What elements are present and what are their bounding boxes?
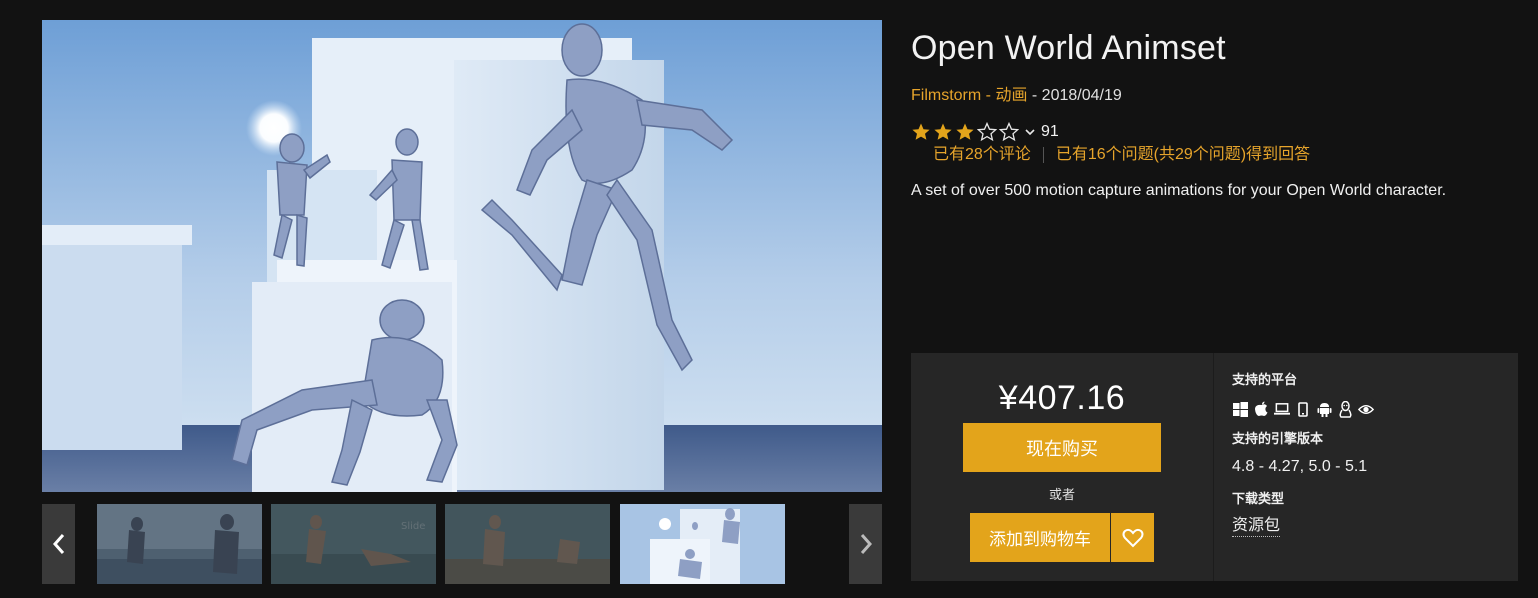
download-type-value[interactable]: 资源包: [1232, 516, 1281, 537]
product-description: A set of over 500 motion capture animati…: [911, 182, 1447, 199]
laptop-icon: [1274, 401, 1290, 417]
or-label: 或者: [1048, 487, 1075, 502]
carousel-prev-button[interactable]: [42, 504, 75, 584]
meta-separator-2: -: [1027, 87, 1042, 104]
rating-summary[interactable]: 91: [911, 121, 1511, 143]
product-title: Open World Animset: [911, 29, 1226, 67]
meta-separator: -: [981, 87, 996, 104]
engine-heading: 支持的引擎版本: [1232, 431, 1324, 446]
release-date: 2018/04/19: [1041, 87, 1122, 104]
product-specs: 支持的平台 支持的引擎版本 4.8 - 4.27, 5.0 - 5.1 下载类型…: [1232, 371, 1502, 537]
engine-versions: 4.8 - 4.27, 5.0 - 5.1: [1232, 458, 1368, 475]
product-info: Open World Animset Filmstorm - 动画 - 2018…: [911, 22, 1511, 203]
purchase-panel: ¥407.16 现在购买 或者 添加到购物车 支持的平台 支持的引擎版本 4.8…: [911, 353, 1518, 581]
chevron-right-icon: [860, 534, 872, 554]
reviews-link[interactable]: 已有28个评论: [933, 143, 1031, 167]
thumbnail-4[interactable]: [620, 504, 785, 584]
carousel-next-button[interactable]: [849, 504, 882, 584]
product-meta: Filmstorm - 动画 - 2018/04/19: [911, 84, 1511, 108]
link-divider: [1042, 147, 1044, 163]
vr-eye-icon: [1358, 401, 1374, 417]
platforms-heading: 支持的平台: [1232, 372, 1298, 387]
svg-text:Slide: Slide: [401, 521, 425, 532]
main-preview-image[interactable]: [42, 20, 882, 492]
linux-icon: [1337, 400, 1353, 418]
category-link[interactable]: 动画: [995, 87, 1027, 104]
panel-divider: [1213, 353, 1214, 581]
seller-link[interactable]: Filmstorm: [911, 87, 981, 104]
buy-box: ¥407.16 现在购买 或者 添加到购物车: [911, 353, 1213, 581]
star-filled-icon: [934, 123, 952, 140]
thumbnail-2[interactable]: Slide: [271, 504, 436, 584]
star-rating: [911, 122, 1019, 142]
star-empty-icon: [977, 122, 997, 142]
wishlist-button[interactable]: [1111, 513, 1154, 562]
review-links: 已有28个评论 已有16个问题(共29个问题)得到回答: [933, 143, 1511, 167]
download-type-heading: 下载类型: [1232, 491, 1285, 506]
star-filled-icon: [956, 123, 974, 140]
chevron-down-icon[interactable]: [1024, 126, 1036, 138]
add-to-cart-button[interactable]: 添加到购物车: [970, 513, 1110, 562]
chevron-left-icon: [52, 534, 64, 554]
platform-icons: [1232, 400, 1502, 418]
heart-icon: [1122, 528, 1143, 547]
thumbnail-1[interactable]: [97, 504, 262, 584]
questions-link[interactable]: 已有16个问题(共29个问题)得到回答: [1056, 143, 1310, 167]
star-empty-icon: [999, 122, 1019, 142]
windows-icon: [1232, 401, 1248, 417]
android-icon: [1316, 401, 1332, 417]
thumbnail-3[interactable]: [445, 504, 610, 584]
buy-now-button[interactable]: 现在购买: [963, 423, 1161, 472]
apple-icon: [1253, 401, 1269, 417]
star-filled-icon: [912, 123, 930, 140]
thumbnail-carousel: Slide: [42, 504, 882, 584]
mobile-icon: [1295, 401, 1311, 417]
rating-count: 91: [1041, 123, 1059, 140]
price: ¥407.16: [998, 379, 1126, 417]
